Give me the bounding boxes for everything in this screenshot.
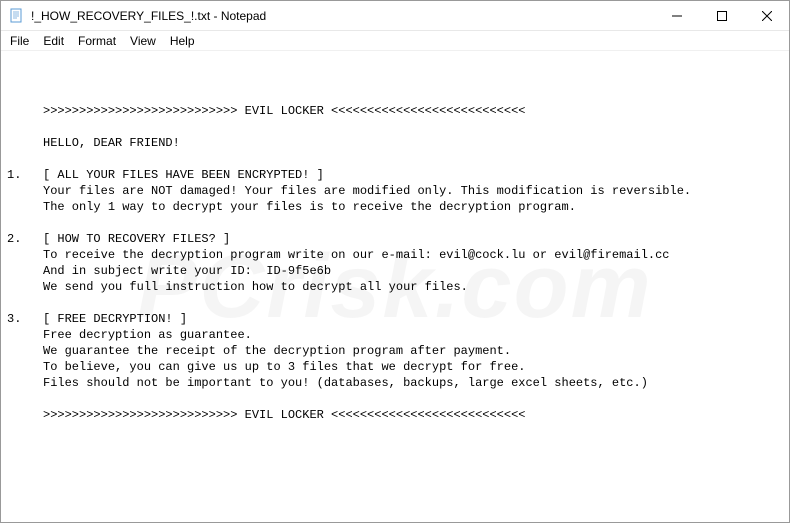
notepad-icon — [9, 8, 25, 24]
menu-format[interactable]: Format — [71, 32, 123, 50]
window-controls — [654, 1, 789, 30]
maximize-button[interactable] — [699, 1, 744, 30]
menu-file[interactable]: File — [3, 32, 36, 50]
menu-help[interactable]: Help — [163, 32, 202, 50]
text-content: >>>>>>>>>>>>>>>>>>>>>>>>>>> EVIL LOCKER … — [7, 103, 783, 423]
menubar: File Edit Format View Help — [1, 31, 789, 51]
minimize-button[interactable] — [654, 1, 699, 30]
titlebar: !_HOW_RECOVERY_FILES_!.txt - Notepad — [1, 1, 789, 31]
close-button[interactable] — [744, 1, 789, 30]
window-title: !_HOW_RECOVERY_FILES_!.txt - Notepad — [31, 9, 654, 23]
menu-edit[interactable]: Edit — [36, 32, 71, 50]
notepad-window: !_HOW_RECOVERY_FILES_!.txt - Notepad Fil… — [0, 0, 790, 523]
text-area[interactable]: PCrisk.com >>>>>>>>>>>>>>>>>>>>>>>>>>> E… — [1, 51, 789, 522]
menu-view[interactable]: View — [123, 32, 163, 50]
